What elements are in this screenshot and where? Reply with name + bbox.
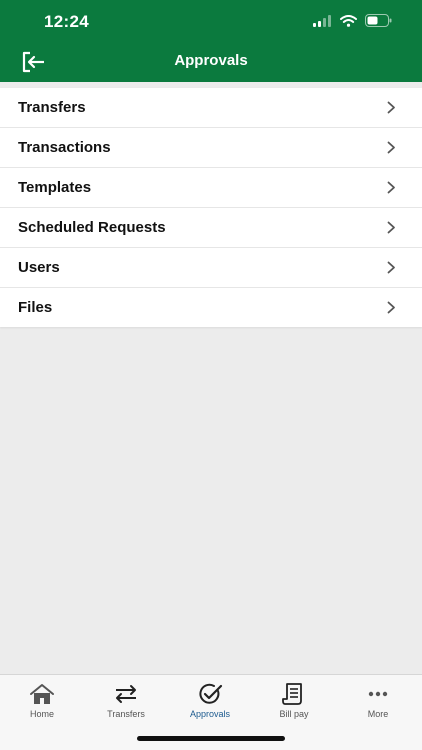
menu-item-templates[interactable]: Templates <box>0 168 422 208</box>
wifi-icon <box>340 14 357 27</box>
chevron-right-icon <box>387 221 395 234</box>
check-circle-icon <box>199 683 223 704</box>
menu-item-label: Users <box>18 259 60 276</box>
tab-approvals[interactable]: Approvals <box>168 681 252 725</box>
signal-icon <box>313 14 331 27</box>
tab-home[interactable]: Home <box>0 681 84 725</box>
header: 12:24 Approvals <box>0 0 422 82</box>
status-bar: 12:24 <box>0 0 422 44</box>
more-dots-icon <box>368 691 388 697</box>
chevron-right-icon <box>387 181 395 194</box>
tab-label: More <box>367 709 389 719</box>
tab-transfers[interactable]: Transfers <box>84 681 168 725</box>
approvals-menu: Transfers Transactions Templates Schedul… <box>0 88 422 327</box>
tab-bill-pay[interactable]: Bill pay <box>252 681 336 725</box>
menu-item-transactions[interactable]: Transactions <box>0 128 422 168</box>
menu-item-users[interactable]: Users <box>0 248 422 288</box>
menu-item-label: Templates <box>18 179 92 196</box>
menu-item-label: Scheduled Requests <box>18 219 166 236</box>
receipt-icon <box>282 683 302 705</box>
menu-item-label: Transactions <box>18 139 111 156</box>
page-title: Approvals <box>174 52 248 69</box>
chevron-right-icon <box>387 141 395 154</box>
menu-item-files[interactable]: Files <box>0 288 422 327</box>
approvals-screen: 12:24 Approvals Transfers Transactions T… <box>0 0 422 750</box>
tab-label: Transfers <box>107 709 145 719</box>
tab-label: Approvals <box>189 709 231 719</box>
battery-icon <box>365 14 392 27</box>
menu-item-scheduled-requests[interactable]: Scheduled Requests <box>0 208 422 248</box>
home-icon <box>30 684 54 704</box>
nav-bar: Approvals <box>0 44 422 82</box>
menu-item-label: Transfers <box>18 99 86 116</box>
home-indicator[interactable] <box>137 736 285 741</box>
tab-label: Bill pay <box>279 709 309 719</box>
chevron-right-icon <box>387 261 395 274</box>
tab-label: Home <box>29 709 54 719</box>
transfer-arrows-icon <box>116 685 136 703</box>
status-icons <box>313 14 392 27</box>
menu-item-transfers[interactable]: Transfers <box>0 88 422 128</box>
chevron-right-icon <box>387 101 395 114</box>
chevron-right-icon <box>387 301 395 314</box>
tab-more[interactable]: More <box>336 681 420 725</box>
menu-item-label: Files <box>18 299 53 316</box>
status-time: 12:24 <box>44 12 89 31</box>
